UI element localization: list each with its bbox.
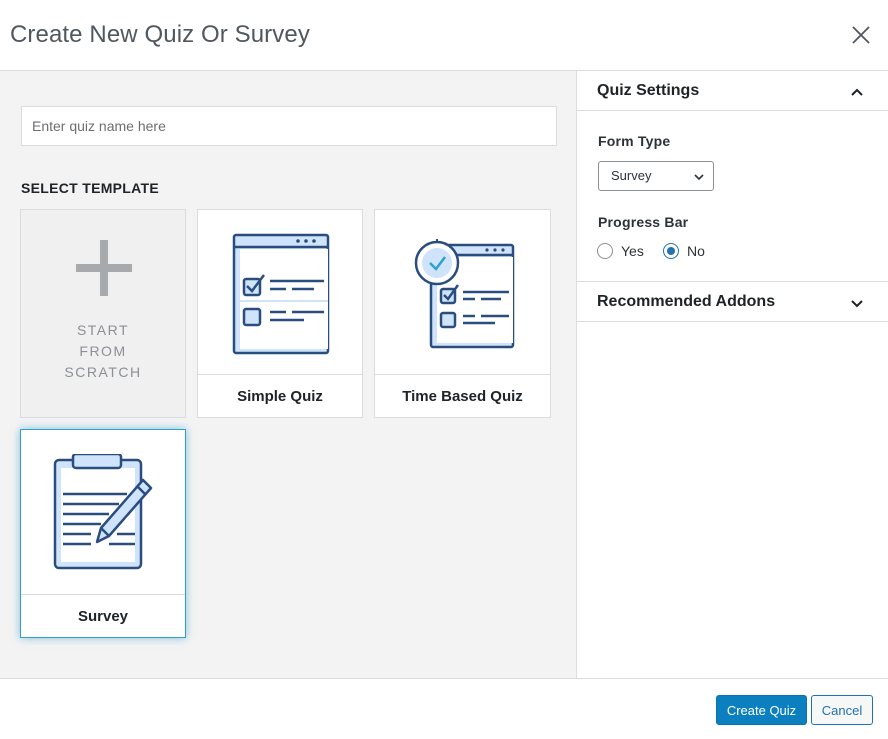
modal-footer: Create Quiz Cancel — [0, 678, 888, 739]
chevron-up-icon — [851, 88, 863, 96]
progress-bar-yes-label: Yes — [621, 243, 644, 259]
chevron-down-icon — [851, 300, 863, 308]
progress-bar-label: Progress Bar — [598, 214, 689, 230]
scratch-label: START FROM SCRATCH — [21, 320, 185, 383]
form-type-select[interactable]: Survey — [598, 161, 714, 191]
time-based-quiz-art — [375, 210, 550, 375]
form-type-value: Survey — [611, 168, 652, 183]
template-card-scratch[interactable]: START FROM SCRATCH — [20, 209, 186, 418]
scratch-label-line2: FROM — [79, 343, 127, 359]
progress-bar-yes-radio[interactable] — [597, 243, 613, 259]
survey-clipboard-icon — [53, 453, 153, 569]
scratch-label-line1: START — [76, 322, 130, 338]
progress-bar-yes-option[interactable]: Yes — [597, 242, 644, 260]
modal-header: Create New Quiz Or Survey — [0, 0, 888, 71]
create-quiz-button[interactable]: Create Quiz — [716, 695, 807, 725]
plus-icon — [76, 240, 132, 296]
template-card-time-based-quiz[interactable]: Time Based Quiz — [374, 209, 551, 418]
select-template-heading: SELECT TEMPLATE — [21, 180, 160, 196]
form-type-label: Form Type — [598, 133, 671, 149]
recommended-addons-header[interactable]: Recommended Addons — [577, 281, 888, 322]
modal-title: Create New Quiz Or Survey — [10, 21, 310, 48]
survey-art — [21, 430, 185, 595]
simple-quiz-icon — [232, 233, 330, 354]
progress-bar-no-label: No — [687, 243, 705, 259]
settings-panel: Quiz Settings Form Type Survey Progress … — [577, 71, 888, 678]
quiz-settings-title: Quiz Settings — [597, 82, 700, 99]
quiz-name-input[interactable] — [21, 106, 557, 146]
time-based-quiz-icon — [414, 238, 514, 348]
scratch-label-line3: SCRATCH — [64, 364, 142, 380]
simple-quiz-art — [198, 210, 362, 375]
progress-bar-no-option[interactable]: No — [663, 242, 705, 260]
template-card-simple-quiz[interactable]: Simple Quiz — [197, 209, 363, 418]
template-card-survey[interactable]: Survey — [20, 429, 186, 638]
chevron-down-icon — [694, 174, 704, 181]
cancel-button[interactable]: Cancel — [811, 695, 873, 725]
recommended-addons-title: Recommended Addons — [597, 293, 776, 310]
template-label-simple-quiz: Simple Quiz — [198, 374, 362, 417]
template-label-time-based-quiz: Time Based Quiz — [375, 374, 550, 417]
close-icon[interactable] — [850, 24, 872, 46]
template-panel: SELECT TEMPLATE START FROM SCRATCH — [0, 71, 577, 678]
quiz-settings-header[interactable]: Quiz Settings — [577, 71, 888, 111]
progress-bar-no-radio[interactable] — [663, 243, 679, 259]
create-quiz-modal: Create New Quiz Or Survey SELECT TEMPLAT… — [0, 0, 888, 739]
template-label-survey: Survey — [21, 594, 185, 637]
